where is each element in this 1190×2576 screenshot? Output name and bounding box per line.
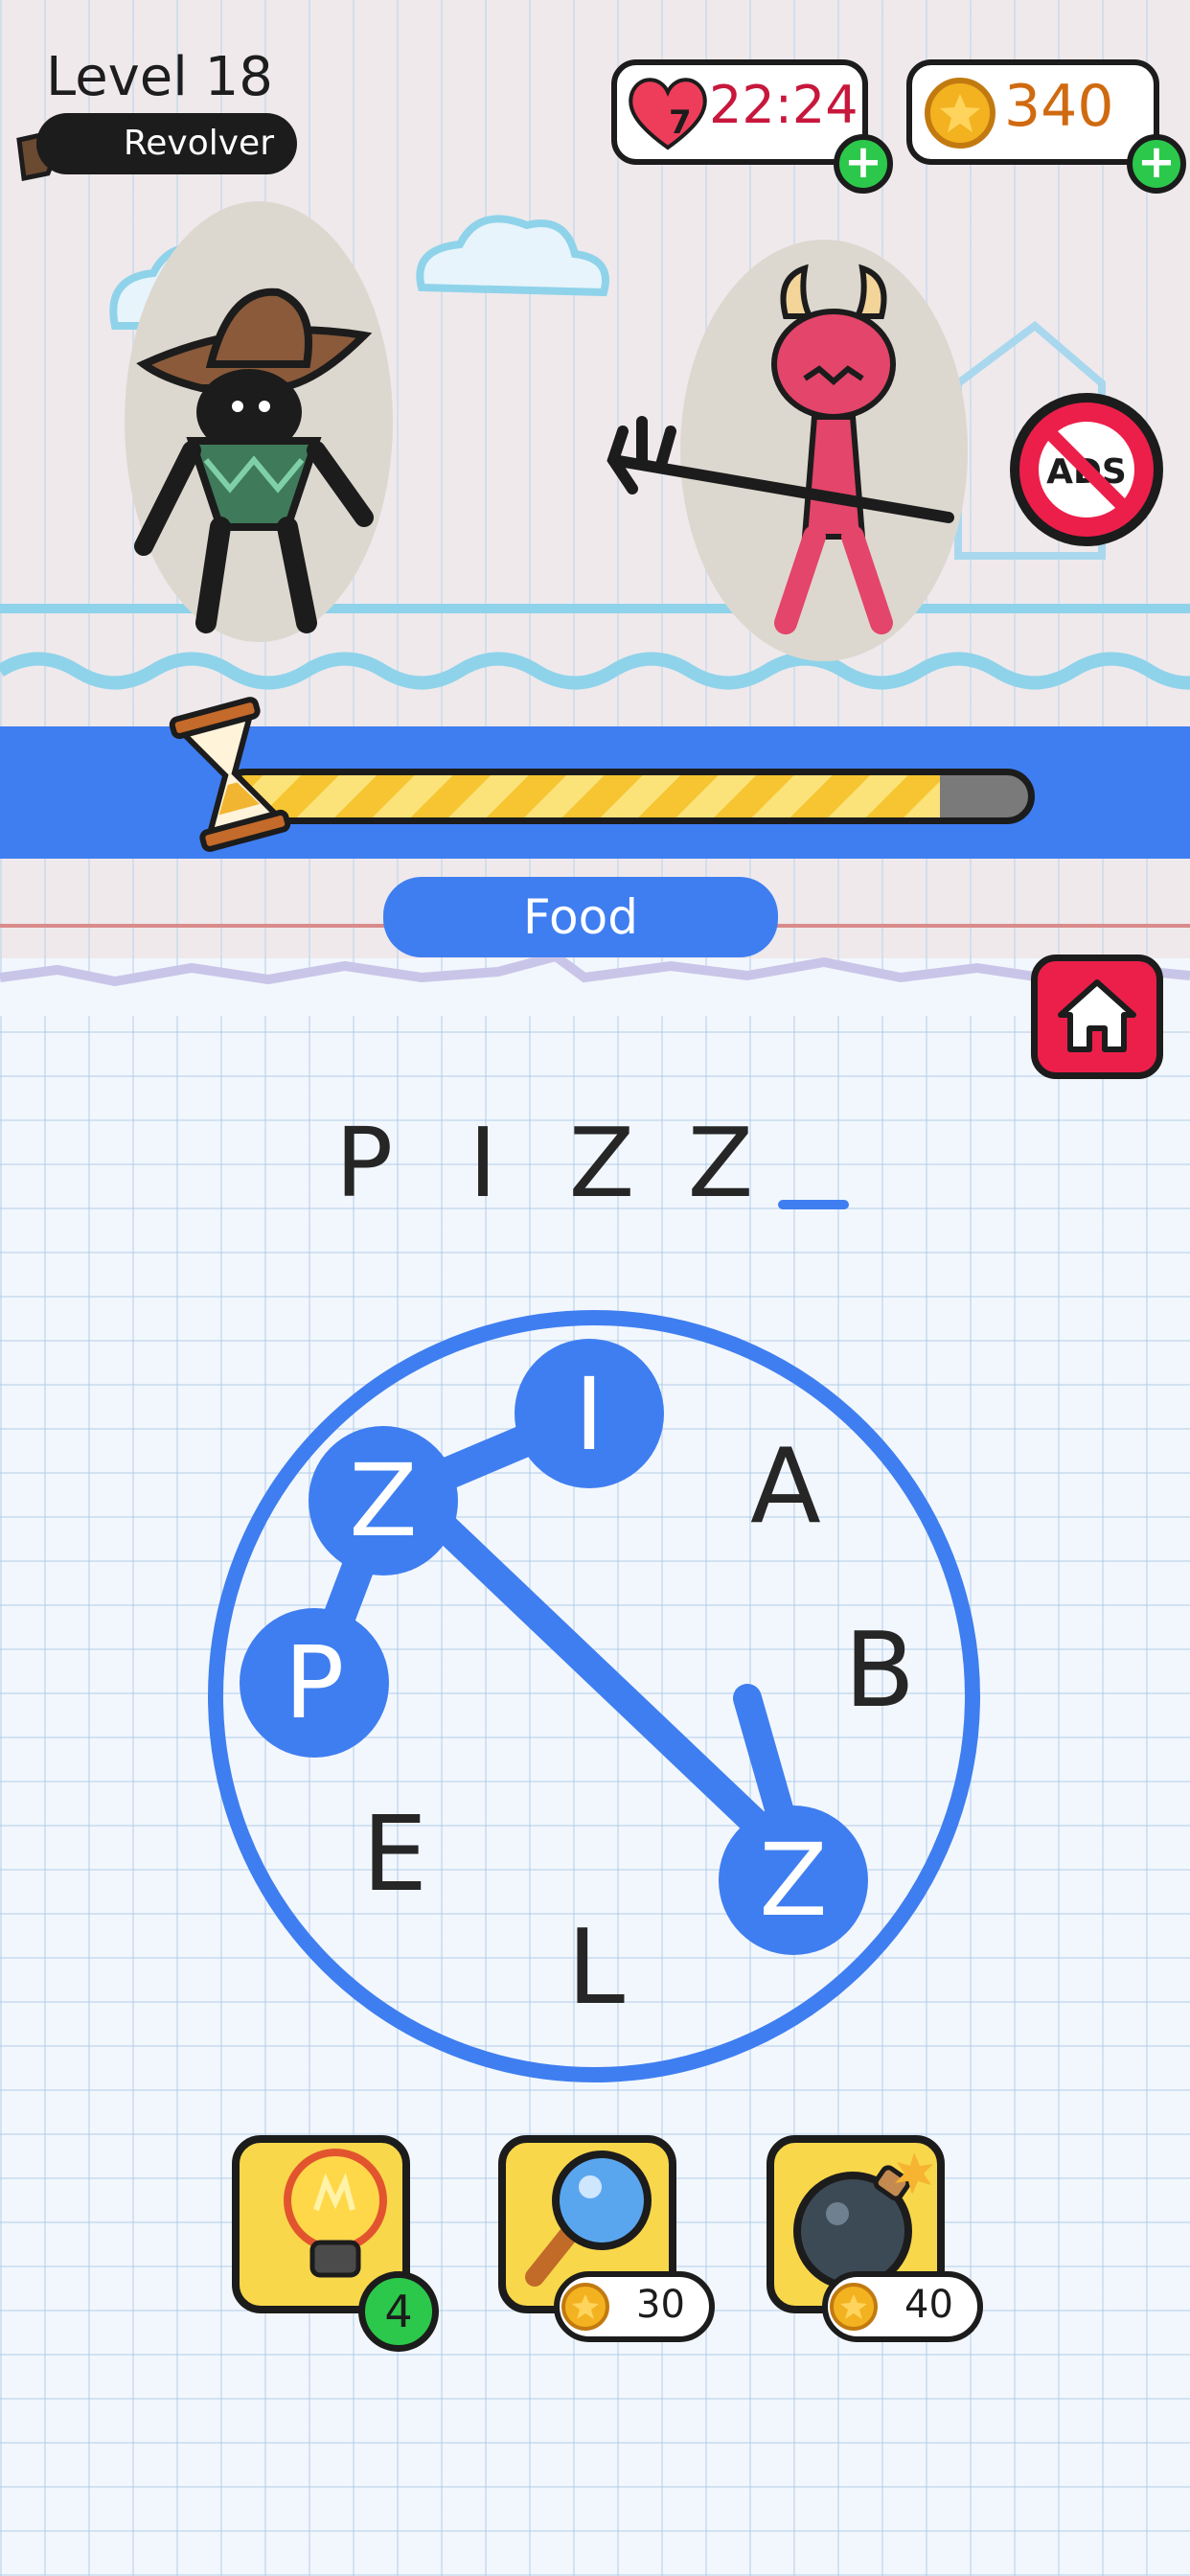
letter-wheel[interactable]: I A B Z L E P Z (182, 1284, 1006, 2108)
answer-word: P I Z Z (326, 1107, 759, 1222)
wheel-letter-E[interactable]: E (362, 1795, 427, 1915)
add-coins-button[interactable]: + (1127, 134, 1186, 194)
no-ads-button[interactable]: ADS (1004, 387, 1169, 552)
coin-icon (830, 2283, 878, 2331)
level-title: Level 18 (46, 46, 273, 108)
answer-letter: I (469, 1107, 497, 1219)
home-icon (1058, 979, 1136, 1052)
selection-path-drag (426, 1509, 808, 1874)
lives-count: 7 (669, 104, 692, 142)
coins-value: 340 (1004, 73, 1114, 140)
answer-blank-slot (778, 1200, 849, 1209)
bomb-price: 40 (904, 2283, 953, 2327)
devil-character (606, 240, 968, 661)
answer-letter: Z (568, 1107, 635, 1219)
heart-icon (629, 78, 707, 150)
home-button[interactable] (1031, 954, 1163, 1079)
wheel-letter-label: Z (349, 1442, 417, 1559)
answer-letter: P (334, 1107, 394, 1219)
lives-timer: 22:24 (709, 75, 858, 135)
wheel-letter-label: Z (759, 1822, 827, 1939)
wheel-letter-label: P (285, 1624, 345, 1741)
category-label: Food (383, 877, 778, 957)
wheel-letter-L[interactable]: L (567, 1908, 625, 2028)
hourglass-icon (169, 697, 291, 852)
add-lives-button[interactable]: + (834, 134, 893, 194)
torn-edge (0, 951, 1190, 1016)
timer-fill (225, 775, 940, 817)
magnifier-price: 30 (636, 2283, 685, 2327)
coin-icon (561, 2283, 609, 2331)
wheel-letter-B[interactable]: B (844, 1611, 915, 1731)
hint-count-badge: 4 (358, 2271, 439, 2352)
answer-letter: Z (687, 1107, 754, 1219)
timer-bar (218, 769, 1035, 824)
weapon-label: Revolver (36, 113, 297, 174)
coin-icon (925, 78, 995, 149)
wheel-letter-label: I (575, 1356, 605, 1473)
cowboy-character (125, 201, 393, 642)
wheel-letter-A[interactable]: A (750, 1427, 821, 1547)
